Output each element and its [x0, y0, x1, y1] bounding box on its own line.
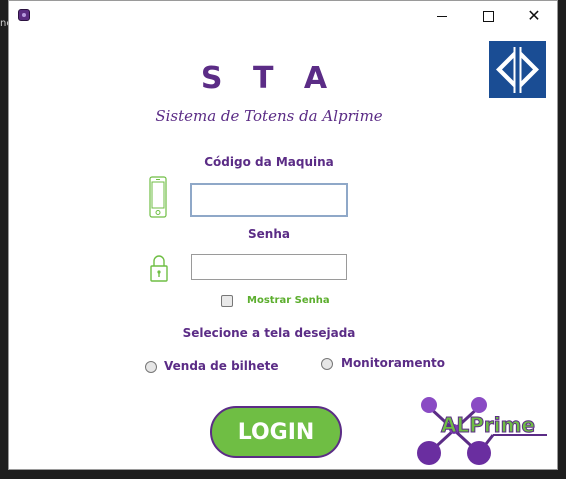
background-strip: ne — [0, 0, 13, 479]
minimize-icon — [437, 15, 447, 17]
maximize-button[interactable] — [465, 1, 511, 31]
app-icon — [18, 9, 30, 21]
select-screen-label: Selecione a tela desejada — [182, 326, 356, 340]
close-button[interactable]: ✕ — [511, 1, 557, 31]
code-label: Código da Maquina — [204, 155, 334, 169]
login-window: ✕ S T A Sistema de Totens da Alprime Cód… — [8, 0, 558, 470]
app-subtitle: Sistema de Totens da Alprime — [155, 107, 383, 125]
maximize-icon — [482, 10, 494, 22]
phone-icon — [149, 176, 167, 218]
ticket-sale-radio[interactable] — [145, 361, 157, 373]
password-label: Senha — [248, 227, 290, 241]
password-input[interactable] — [191, 254, 347, 280]
alprime-logo-text: ALPrime — [440, 413, 536, 438]
monitoring-radio[interactable] — [321, 358, 333, 370]
login-button[interactable]: LOGIN — [210, 406, 342, 458]
show-password-label[interactable]: Mostrar Senha — [247, 295, 330, 306]
title-bar: ✕ — [9, 1, 557, 31]
minimize-button[interactable] — [419, 1, 465, 31]
app-title: S T A — [200, 61, 338, 96]
close-icon: ✕ — [527, 6, 541, 25]
show-password-checkbox[interactable] — [221, 295, 233, 307]
ticket-sale-label[interactable]: Venda de bilhete — [164, 359, 278, 373]
machine-code-input[interactable] — [190, 183, 348, 217]
monitoring-label[interactable]: Monitoramento — [341, 356, 445, 370]
lock-icon — [150, 255, 168, 282]
